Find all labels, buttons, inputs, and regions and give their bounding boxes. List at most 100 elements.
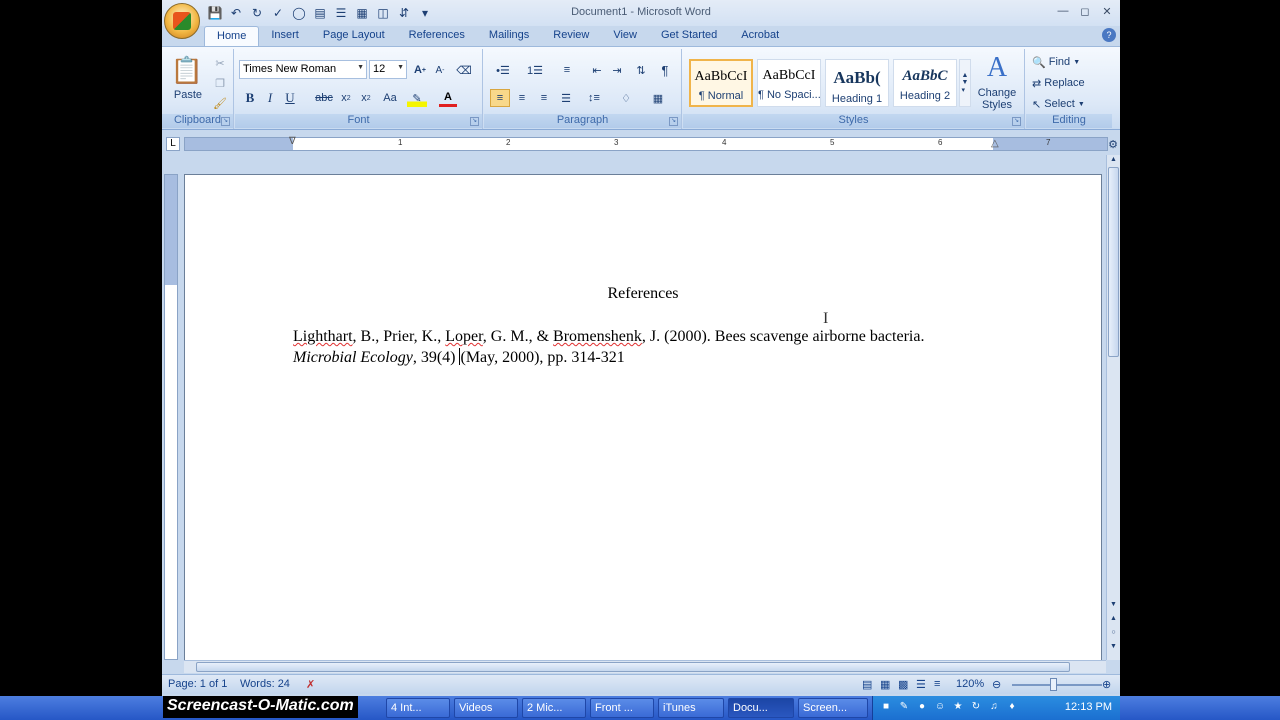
styles-scroll[interactable]: ▲ ▼ ▾ [959,59,971,107]
tab-acrobat[interactable]: Acrobat [729,26,791,46]
cut-icon[interactable]: ✂ [212,55,228,71]
taskbar-item-microsoft[interactable]: 2 Mic... [522,698,586,718]
view-ruler-icon[interactable]: ⚙ [1106,137,1120,151]
document-page[interactable]: References Lighthart, B., Prier, K., Lop… [184,174,1102,664]
view-print-layout-icon[interactable]: ▤ [862,678,872,691]
update-icon[interactable]: ★ [951,701,965,715]
clear-formatting-icon[interactable]: ⌫ [455,61,473,79]
vertical-scroll-thumb[interactable] [1108,167,1119,357]
multilevel-list-icon[interactable]: ≡ [554,61,580,79]
page-count[interactable]: Page: 1 of 1 [168,678,227,690]
borders-icon[interactable]: ▦ [646,89,670,107]
tab-home[interactable]: Home [204,26,260,46]
style-heading-1[interactable]: AaBb( Heading 1 [825,59,889,107]
close-icon[interactable]: ✕ [1096,3,1118,19]
style-normal[interactable]: AaBbCcI ¶ Normal [689,59,753,107]
styles-launcher-icon[interactable]: ↘ [1012,117,1021,126]
scroll-up-icon[interactable]: ▲ [1108,156,1119,166]
office-button[interactable] [164,3,200,39]
strikethrough-button[interactable]: abc [313,89,335,107]
maximize-icon[interactable]: ◻ [1074,3,1096,19]
bluetooth-icon[interactable]: ♦ [1005,701,1019,715]
volume-icon[interactable]: ♫ [987,701,1001,715]
tab-get-started[interactable]: Get Started [649,26,729,46]
sync-icon[interactable]: ↻ [969,701,983,715]
tab-view[interactable]: View [601,26,649,46]
view-draft-icon[interactable]: ≡ [934,678,940,690]
taskbar-item-screencast[interactable]: Screen... [798,698,868,718]
vertical-ruler[interactable] [164,174,178,660]
font-launcher-icon[interactable]: ↘ [470,117,479,126]
line-spacing-icon[interactable]: ↕≡ [582,89,606,107]
increase-indent-icon[interactable]: ⇥ [608,61,626,79]
bold-button[interactable]: B [241,89,259,107]
view-outline-icon[interactable]: ☰ [916,678,926,691]
horizontal-scrollbar[interactable] [184,660,1106,673]
security-icon[interactable]: ● [915,701,929,715]
align-center-icon[interactable]: ≡ [512,89,532,107]
taskbar-item-document[interactable]: Docu... [728,698,794,718]
copy-icon[interactable]: ❐ [212,75,228,91]
word-count[interactable]: Words: 24 [240,678,290,690]
grow-font-icon[interactable]: A + [411,61,429,79]
tab-selector[interactable]: L [166,137,180,151]
next-page-icon[interactable]: ▼ [1108,643,1119,653]
font-name-combo[interactable]: Times New Roman ▼ [239,60,367,79]
change-styles-button[interactable]: Change Styles [971,85,1023,113]
superscript-button[interactable]: x2 [357,89,375,107]
format-painter-icon[interactable]: 🖌 [212,95,228,111]
network-icon[interactable]: ■ [879,701,893,715]
underline-button[interactable]: U [281,89,299,107]
find-button[interactable]: 🔍 Find ▼ [1032,54,1102,70]
scroll-down-icon[interactable]: ▼ [1108,601,1119,611]
paste-button[interactable]: Paste [166,89,210,101]
change-styles-icon[interactable]: A [975,52,1019,83]
sort-icon[interactable]: ⇅ [632,61,650,79]
tab-references[interactable]: References [397,26,477,46]
select-button[interactable]: ↖ Select ▼ [1032,96,1102,112]
tab-mailings[interactable]: Mailings [477,26,541,46]
horizontal-ruler[interactable]: 1 2 3 4 5 6 7 ∇ △ [184,136,1108,151]
clipboard-launcher-icon[interactable]: ↘ [221,117,230,126]
tab-insert[interactable]: Insert [259,26,311,46]
shading-icon[interactable]: ♢ [614,89,638,107]
view-web-layout-icon[interactable]: ▩ [898,678,908,691]
view-full-screen-icon[interactable]: ▦ [880,678,890,691]
tab-review[interactable]: Review [541,26,601,46]
proofing-errors-icon[interactable]: ✗ [306,678,315,691]
shrink-font-icon[interactable]: A- [431,61,449,79]
decrease-indent-icon[interactable]: ⇤ [588,61,606,79]
zoom-slider-thumb[interactable] [1050,678,1057,691]
zoom-slider[interactable] [1012,684,1102,686]
taskbar-item-frontpage[interactable]: Front ... [590,698,654,718]
previous-page-icon[interactable]: ▲ [1108,615,1119,625]
italic-button[interactable]: I [261,89,279,107]
align-right-icon[interactable]: ≡ [534,89,554,107]
clock[interactable]: 12:13 PM [1065,701,1112,713]
horizontal-scroll-thumb[interactable] [196,662,1070,672]
style-heading-2[interactable]: AaBbC Heading 2 [893,59,957,107]
left-indent-marker-icon[interactable]: ∇ [289,136,296,147]
help-icon[interactable]: ? [1102,28,1116,42]
font-size-combo[interactable]: 12 ▼ [369,60,407,79]
taskbar-item-videos[interactable]: Videos [454,698,518,718]
subscript-button[interactable]: x2 [337,89,355,107]
select-browse-object-icon[interactable]: ○ [1108,629,1119,639]
taskbar-item-itunes[interactable]: iTunes [658,698,724,718]
right-indent-marker-icon[interactable]: △ [991,138,999,149]
zoom-level[interactable]: 120% [956,678,984,690]
paragraph-launcher-icon[interactable]: ↘ [669,117,678,126]
taskbar-item-internet[interactable]: 4 Int... [386,698,450,718]
change-case-button[interactable]: Aa [379,89,401,107]
align-left-icon[interactable]: ≡ [490,89,510,107]
zoom-out-icon[interactable]: ⊖ [992,678,1001,691]
tab-page-layout[interactable]: Page Layout [311,26,397,46]
vertical-scrollbar[interactable]: ▲ ▼ ▲ ○ ▼ [1106,155,1120,660]
highlight-icon[interactable]: ✎ [407,89,427,107]
bullets-icon[interactable]: •☰ [490,61,516,79]
numbering-icon[interactable]: 1☰ [522,61,548,79]
minimize-icon[interactable]: — [1052,3,1074,19]
zoom-in-icon[interactable]: ⊕ [1102,678,1111,691]
style-no-spacing[interactable]: AaBbCcI ¶ No Spaci... [757,59,821,107]
justify-icon[interactable]: ☰ [556,89,576,107]
